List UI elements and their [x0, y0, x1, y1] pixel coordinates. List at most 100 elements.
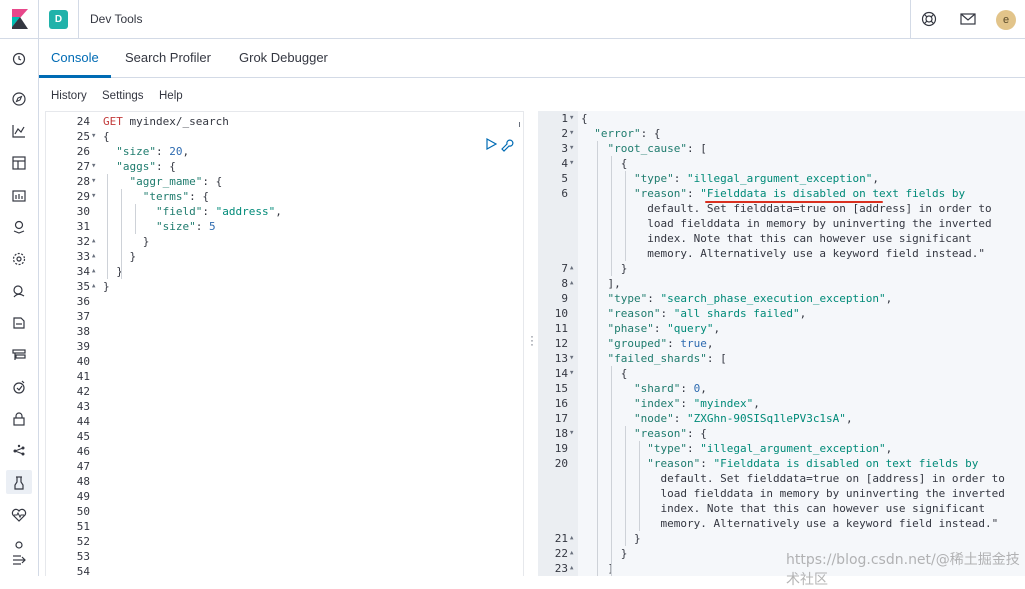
editor-line[interactable]: 53: [46, 549, 523, 564]
response-text: memory. Alternatively use a keyword fiel…: [581, 247, 985, 260]
editor-line[interactable]: 31 "size": 5: [46, 219, 523, 234]
editor-line[interactable]: 50: [46, 504, 523, 519]
run-request-icon[interactable]: [485, 138, 497, 150]
editor-line[interactable]: 44: [46, 414, 523, 429]
editor-line[interactable]: 28 ▾ "aggr_mame": {: [46, 174, 523, 189]
management-icon[interactable]: [11, 537, 27, 553]
breadcrumb-app-title[interactable]: Dev Tools: [90, 12, 142, 26]
fold-toggle-icon[interactable]: ▾: [91, 159, 96, 174]
dev-tools-icon[interactable]: [11, 475, 27, 491]
fold-toggle-icon[interactable]: ▾: [569, 351, 574, 366]
editor-line[interactable]: 27 ▾ "aggs": {: [46, 159, 523, 174]
line-number: 52: [76, 535, 90, 548]
canvas-icon[interactable]: [11, 187, 27, 203]
visualize-icon[interactable]: [11, 123, 27, 139]
fold-toggle-icon[interactable]: ▴: [569, 546, 574, 561]
editor-line[interactable]: 42: [46, 384, 523, 399]
editor-line[interactable]: 43: [46, 399, 523, 414]
collapse-icon[interactable]: [11, 552, 27, 568]
editor-line[interactable]: 46: [46, 444, 523, 459]
uptime-icon[interactable]: [11, 379, 27, 395]
line-number: 51: [76, 520, 90, 533]
help-menu-icon[interactable]: [921, 11, 937, 27]
fold-toggle-icon[interactable]: ▾: [91, 189, 96, 204]
indent-guide: [135, 204, 136, 234]
dashboard-icon[interactable]: [11, 155, 27, 171]
fold-toggle-icon[interactable]: ▴: [91, 279, 96, 294]
editor-line[interactable]: 48: [46, 474, 523, 489]
maps-icon[interactable]: [11, 219, 27, 235]
editor-line[interactable]: 24 GET myindex/_search: [46, 114, 523, 129]
editor-line[interactable]: 25 ▾ {: [46, 129, 523, 144]
editor-line[interactable]: 29 ▾ "terms": {: [46, 189, 523, 204]
discover-icon[interactable]: [11, 91, 27, 107]
editor-line[interactable]: 52: [46, 534, 523, 549]
editor-line[interactable]: 37: [46, 309, 523, 324]
editor-line[interactable]: 41: [46, 369, 523, 384]
fold-toggle-icon[interactable]: ▾: [569, 126, 574, 141]
newsfeed-mail-icon[interactable]: [960, 12, 976, 26]
fold-toggle-icon[interactable]: ▴: [91, 264, 96, 279]
user-avatar[interactable]: e: [996, 10, 1016, 30]
fold-toggle-icon[interactable]: ▾: [569, 366, 574, 381]
line-number: 11: [554, 322, 568, 335]
infrastructure-icon[interactable]: [11, 347, 27, 363]
editor-line[interactable]: 45: [46, 429, 523, 444]
editor-line[interactable]: 38: [46, 324, 523, 339]
menu-help[interactable]: Help: [159, 90, 183, 102]
fold-toggle-icon[interactable]: ▾: [569, 426, 574, 441]
heartbeat-icon[interactable]: [11, 507, 27, 523]
editor-line[interactable]: 35 ▴}: [46, 279, 523, 294]
fold-toggle-icon[interactable]: ▴: [91, 249, 96, 264]
editor-line[interactable]: 51: [46, 519, 523, 534]
editor-line[interactable]: 36: [46, 294, 523, 309]
editor-line[interactable]: 54: [46, 564, 523, 576]
editor-scrollbar[interactable]: [519, 122, 520, 127]
editor-line[interactable]: 33 ▴ }: [46, 249, 523, 264]
editor-line[interactable]: 34 ▴ }: [46, 264, 523, 279]
response-text: "node": "ZXGhn-90SISq1lePV3c1sA",: [633, 412, 853, 425]
code-text: "aggr_mame": {: [129, 175, 223, 188]
response-text: "type": "illegal_argument_exception",: [647, 442, 893, 455]
response-text: "phase": "query",: [607, 322, 721, 335]
fold-toggle-icon[interactable]: ▾: [91, 129, 96, 144]
tab-grok-debugger[interactable]: Grok Debugger: [239, 50, 328, 65]
fold-toggle-icon[interactable]: ▴: [569, 276, 574, 291]
stack-monitoring-icon[interactable]: [11, 443, 27, 459]
pane-resize-handle[interactable]: · · ·: [530, 330, 534, 350]
response-text: default. Set fielddata=true on [address]…: [581, 202, 992, 215]
menu-history[interactable]: History: [51, 90, 87, 102]
menu-settings[interactable]: Settings: [102, 90, 144, 102]
fold-toggle-icon[interactable]: ▴: [569, 261, 574, 276]
kibana-logo-icon[interactable]: [12, 9, 28, 29]
fold-toggle-icon[interactable]: ▾: [569, 141, 574, 156]
editor-line[interactable]: 49: [46, 489, 523, 504]
editor-line[interactable]: 47: [46, 459, 523, 474]
editor-line[interactable]: 26 "size": 20,: [46, 144, 523, 159]
clock-icon[interactable]: [11, 51, 27, 67]
fold-toggle-icon[interactable]: ▾: [569, 156, 574, 171]
fold-toggle-icon[interactable]: ▴: [569, 531, 574, 546]
siem-icon[interactable]: [11, 411, 27, 427]
fold-toggle-icon[interactable]: ▾: [91, 174, 96, 189]
line-number: 19: [554, 442, 568, 455]
response-output[interactable]: 1 ▾{2 ▾ "error": {3 ▾ "root_cause": [4 ▾ {5 …: [538, 111, 1025, 576]
ml-icon[interactable]: [11, 251, 27, 267]
graph-icon[interactable]: [11, 283, 27, 299]
apm-icon[interactable]: [11, 315, 27, 331]
tab-search-profiler[interactable]: Search Profiler: [125, 50, 211, 65]
line-number: 53: [76, 550, 90, 563]
line-number: 39: [76, 340, 90, 353]
fold-toggle-icon[interactable]: ▴: [569, 561, 574, 576]
space-selector[interactable]: D: [49, 10, 68, 29]
watermark-text: https://blog.csdn.net/@稀土掘金技术社区: [786, 552, 1020, 588]
fold-toggle-icon[interactable]: ▾: [569, 111, 574, 126]
editor-line[interactable]: 40: [46, 354, 523, 369]
editor-line[interactable]: 39: [46, 339, 523, 354]
wrench-icon[interactable]: [499, 137, 514, 152]
request-editor[interactable]: 24 GET myindex/_search 25 ▾{26 "size": 20, 2…: [45, 111, 524, 576]
editor-line[interactable]: 32 ▴ }: [46, 234, 523, 249]
tab-console[interactable]: Console: [51, 50, 99, 65]
editor-line[interactable]: 30 "field": "address",: [46, 204, 523, 219]
fold-toggle-icon[interactable]: ▴: [91, 234, 96, 249]
